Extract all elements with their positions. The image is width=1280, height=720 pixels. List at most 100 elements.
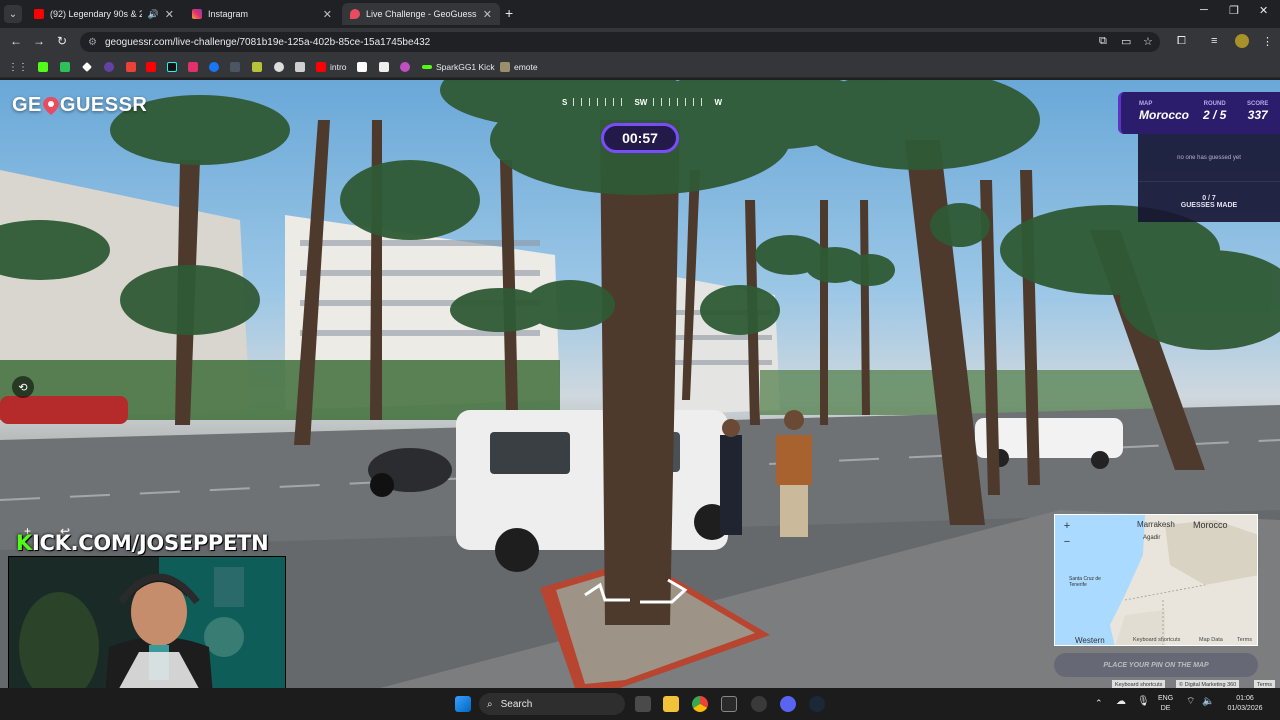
geoguessr-logo[interactable]: GE GUESSR [12,94,147,117]
bookmark-diamond[interactable] [82,61,92,73]
minimap-label-morocco: Morocco [1193,520,1228,530]
tray-overflow-icon[interactable]: ⌃ [1095,698,1103,708]
kick-url-text: ICK.COM/JOSEPPETN [31,531,269,555]
bookmark-youtube[interactable] [146,61,156,73]
forward-icon[interactable]: → [33,34,45,48]
location-pin-icon [42,96,59,115]
microphone-icon[interactable]: 🎙 [1137,697,1150,707]
taskbar-search[interactable]: ⌕ Search [479,693,625,715]
hud-score-label: SCORE [1247,101,1269,107]
bookmark-star-icon[interactable]: ☆ [1143,35,1153,48]
minimap-label-agadir: Agadir [1143,535,1161,541]
tab-instagram[interactable]: Instagram ✕ [184,3,340,25]
bookmark-intro[interactable]: intro [316,61,347,73]
extensions-icon[interactable]: ⧠ [1177,35,1186,48]
hud-round-value: 2 / 5 [1203,108,1227,122]
bookmark-twitch[interactable] [104,61,114,73]
bookmark-star[interactable] [252,61,262,73]
minimap-label-tenerife: Santa Cruz de Tenerife [1069,576,1101,588]
return-to-start-icon[interactable]: ⟲ [12,376,34,398]
profile-avatar[interactable] [1235,34,1249,48]
windows-start-icon[interactable] [455,696,471,712]
speaker-icon[interactable]: 🔊 [148,9,159,20]
tray-app-icon[interactable]: ☁ [1116,697,1126,707]
kick-k-letter: K [16,531,32,555]
tab-search-button[interactable]: ⌄ [4,5,22,23]
address-bar[interactable]: ⚙ geoguessr.com/live-challenge/7081b19e-… [80,32,1160,52]
new-tab-button[interactable]: + [505,5,513,21]
minimap-terms-link[interactable]: Terms [1237,637,1252,643]
cast-icon[interactable]: ▭ [1121,35,1131,48]
volume-icon[interactable]: 🔈 [1202,697,1214,707]
system-clock[interactable]: 01:06 01/03/2026 [1220,694,1270,714]
chrome-icon[interactable] [692,696,708,712]
task-view-icon[interactable] [635,696,651,712]
site-info-icon[interactable]: ⚙ [88,37,97,48]
search-icon: ⌕ [487,698,493,710]
menu-icon[interactable]: ⋮ [1262,35,1273,48]
back-icon[interactable]: ← [10,34,22,48]
url-text[interactable]: geoguessr.com/live-challenge/7081b19e-12… [105,37,430,48]
bookmark-gmail[interactable] [126,61,136,73]
clock-date: 01/03/2026 [1227,705,1263,712]
file-explorer-icon[interactable] [663,696,679,712]
tab-title: Instagram [208,9,249,19]
zoom-in-button[interactable]: + [1061,520,1073,532]
hud-round-label: ROUND [1203,101,1226,107]
translate-icon[interactable]: ⧉ [1099,35,1107,48]
bookmark-p[interactable] [379,61,389,73]
bookmark-sp[interactable] [400,61,410,73]
tab-youtube[interactable]: (92) Legendary 90s & 2000s 🔊 ✕ [26,3,182,25]
obs-icon[interactable] [751,696,767,712]
bookmark-tiktok[interactable] [167,61,177,73]
close-icon[interactable]: ✕ [165,8,174,21]
hud-map: MAP Morocco [1139,101,1189,122]
bookmark-facebook[interactable] [209,61,219,73]
bookmark-kick[interactable] [38,61,48,73]
round-timer: 00:57 [601,123,679,153]
bookmark-instagram[interactable] [188,61,198,73]
language-code: ENG [1158,695,1174,702]
tab-geoguessr[interactable]: Live Challenge - GeoGuessr ✕ [342,3,500,25]
webcam-illustration [9,557,285,705]
place-pin-button[interactable]: PLACE YOUR PIN ON THE MAP [1054,653,1258,677]
guess-minimap[interactable]: Marrakesh Morocco Agadir Santa Cruz de T… [1054,514,1258,646]
guesses-made: 0 / 7 GUESSES MADE [1138,182,1280,222]
minimap-shortcuts-link[interactable]: Keyboard shortcuts [1133,637,1180,643]
input-language[interactable]: ENG DE [1158,694,1173,714]
close-icon[interactable]: ✕ [483,8,492,21]
media-controls-icon[interactable]: ≡ [1211,35,1217,47]
zoom-out-button[interactable]: − [1061,536,1073,548]
bookmark-label: emote [514,62,538,72]
bookmark-grid[interactable] [295,61,305,73]
wifi-icon[interactable]: ⌔ [1186,697,1195,707]
bookmark-d[interactable] [60,61,70,73]
compass-right: W [714,97,723,107]
guesses-label: GUESSES MADE [1180,202,1238,209]
steam-icon[interactable] [809,696,825,712]
bookmark-emote[interactable]: emote [500,61,538,73]
bookmark-obs[interactable] [274,61,284,73]
hud-map-value: Morocco [1139,108,1190,122]
close-window-button[interactable]: ✕ [1259,4,1268,17]
restore-button[interactable]: ❐ [1229,4,1239,17]
minimize-button[interactable]: ─ [1200,4,1208,16]
hud-score: SCORE 337 [1247,101,1268,122]
bookmark-sparkgg1[interactable]: SparkGG1 Kick [422,61,495,73]
browser-tabstrip: ⌄ (92) Legendary 90s & 2000s 🔊 ✕ Instagr… [0,0,1280,28]
instagram-icon [192,9,202,19]
epic-games-icon[interactable] [721,696,737,712]
minimap-data-link[interactable]: Map Data [1199,637,1223,643]
discord-icon[interactable] [780,696,796,712]
hud-round: ROUND 2 / 5 [1203,101,1226,122]
bookmark-discord[interactable] [230,61,240,73]
bookmark-v[interactable] [357,61,367,73]
apps-icon[interactable]: ⋮⋮ [8,61,28,73]
hud-score-value: 337 [1247,108,1268,122]
reload-icon[interactable]: ↻ [57,34,67,48]
compass-bar: S SW W [562,92,722,112]
logo-text-end: GUESSR [59,94,148,116]
taskbar-search-label: Search [500,698,533,710]
browser-toolbar: ← → ↻ ⚙ geoguessr.com/live-challenge/708… [0,28,1280,56]
close-icon[interactable]: ✕ [323,8,332,21]
